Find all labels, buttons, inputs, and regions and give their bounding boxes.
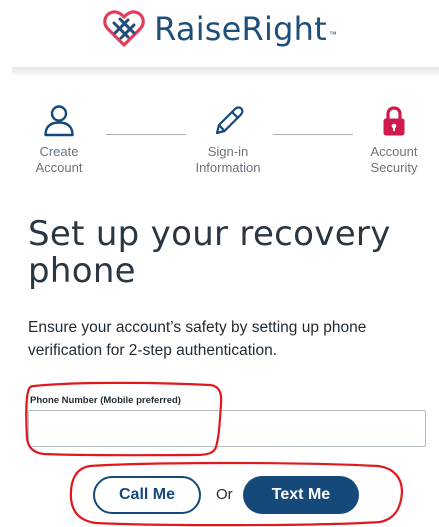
header-divider xyxy=(12,67,439,77)
page-description: Ensure your account’s safety by setting … xyxy=(28,319,367,359)
step-label-line: Create xyxy=(39,144,79,159)
brand-logo-link[interactable]: RaiseRight ™ xyxy=(102,9,337,49)
step-label-line: Information xyxy=(195,160,261,175)
progress-stepper: Create Account Sign-in Information Accou… xyxy=(20,104,432,184)
lock-icon xyxy=(383,106,405,136)
page-title: Set up your recovery phone xyxy=(28,214,391,291)
brand-trademark: ™ xyxy=(328,30,337,39)
step-label-line: Account xyxy=(35,160,83,175)
step-label-line: Security xyxy=(370,160,418,175)
phone-number-label: Phone Number (Mobile preferred) xyxy=(30,395,181,406)
step-label-signin-information: Sign-in Information xyxy=(195,144,260,176)
brand-name: RaiseRight xyxy=(154,10,327,48)
step-label-account-security: Account Security xyxy=(371,144,418,176)
phone-number-input[interactable] xyxy=(28,410,426,447)
verification-method-buttons: Call Me Or Text Me xyxy=(93,476,373,514)
recovery-phone-page: RaiseRight ™ Create Account Sign-in Info… xyxy=(0,0,439,527)
heart-knot-logo-icon xyxy=(103,10,145,47)
pencil-icon xyxy=(215,106,244,135)
person-icon xyxy=(44,105,74,137)
step-label-line: Account xyxy=(370,144,418,159)
step-connector xyxy=(273,134,353,135)
site-header: RaiseRight ™ xyxy=(0,0,439,58)
call-me-button[interactable]: Call Me xyxy=(93,476,201,514)
step-label-line: Sign-in xyxy=(207,144,249,159)
step-account-security: Account Security xyxy=(349,104,439,176)
or-separator: Or xyxy=(216,486,233,503)
step-signin-information: Sign-in Information xyxy=(183,104,273,176)
step-create-account: Create Account xyxy=(14,104,104,176)
step-label-create-account: Create Account xyxy=(36,144,83,176)
text-me-button[interactable]: Text Me xyxy=(243,476,359,514)
step-connector xyxy=(106,134,186,135)
